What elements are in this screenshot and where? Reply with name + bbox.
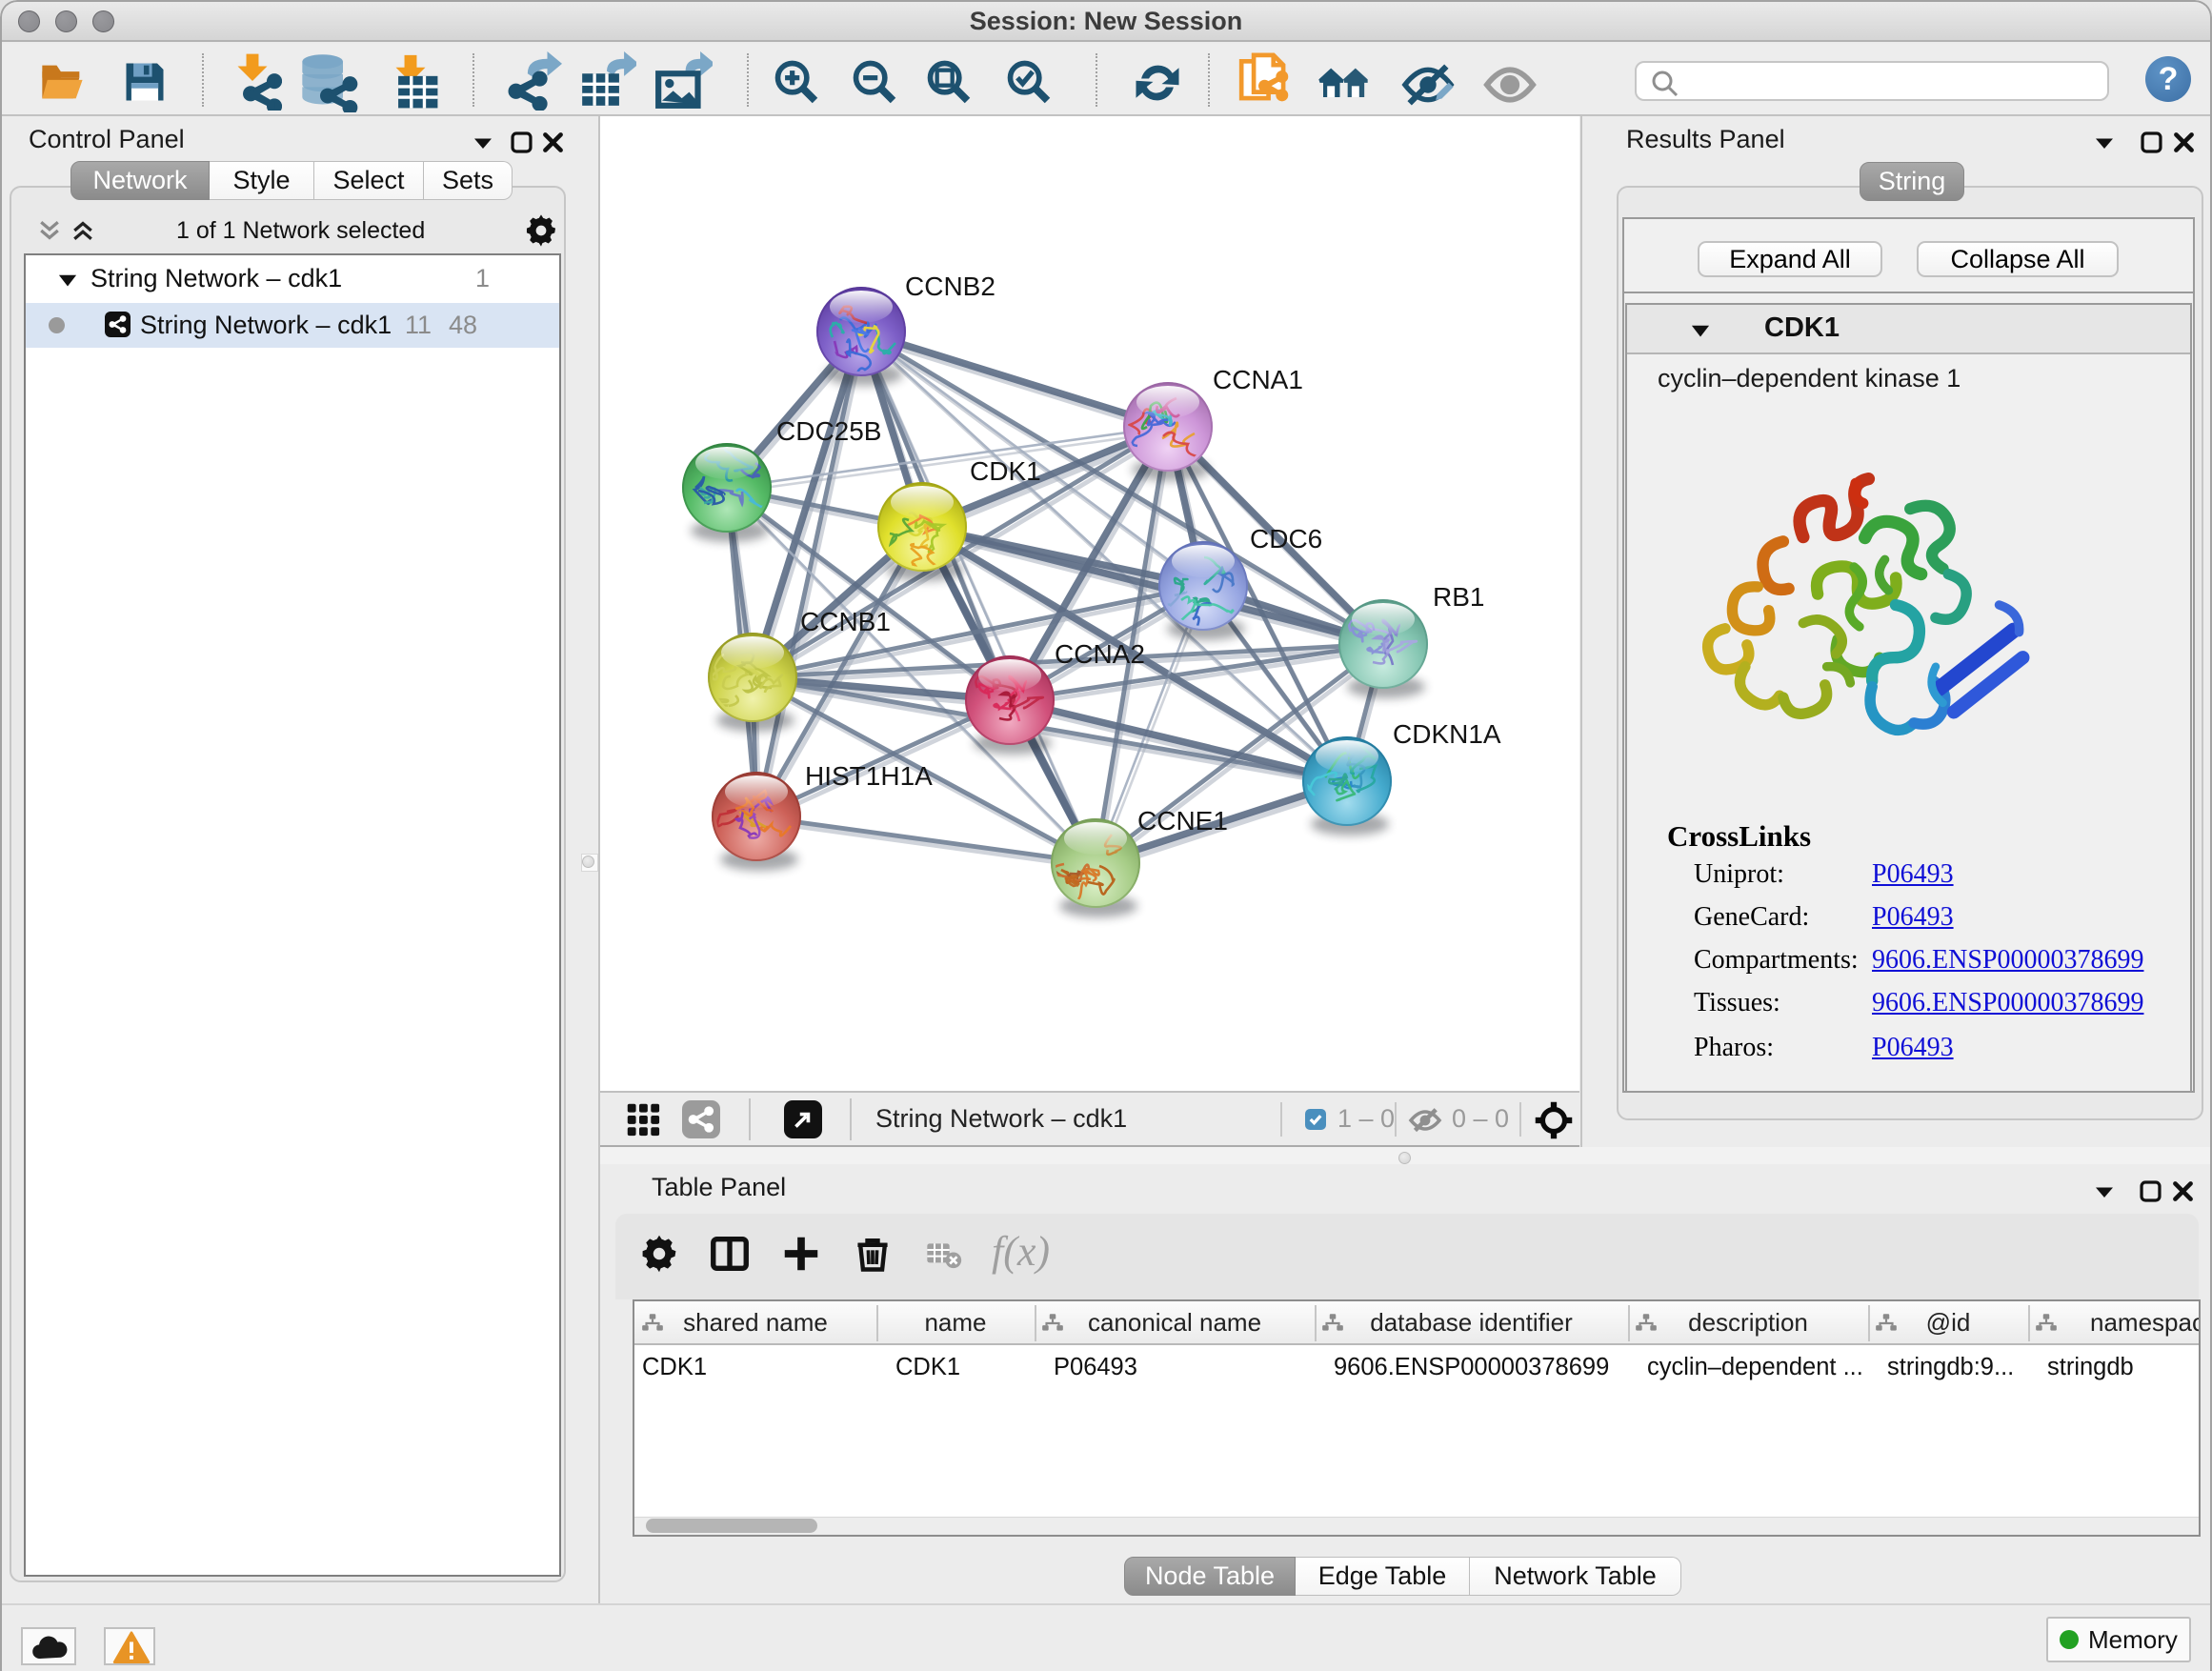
svg-text:CDK1: CDK1: [970, 456, 1041, 486]
svg-text:HIST1H1A: HIST1H1A: [805, 761, 933, 791]
svg-text:RB1: RB1: [1433, 582, 1484, 612]
svg-text:CDC6: CDC6: [1250, 524, 1322, 554]
svg-text:CDC25B: CDC25B: [776, 416, 881, 446]
svg-text:CCNB1: CCNB1: [800, 607, 891, 636]
svg-text:CCNA2: CCNA2: [1055, 639, 1145, 669]
svg-text:CCNE1: CCNE1: [1137, 806, 1228, 836]
svg-text:CCNB2: CCNB2: [905, 272, 995, 301]
svg-text:CDKN1A: CDKN1A: [1393, 719, 1501, 749]
svg-text:CCNA1: CCNA1: [1213, 365, 1303, 394]
